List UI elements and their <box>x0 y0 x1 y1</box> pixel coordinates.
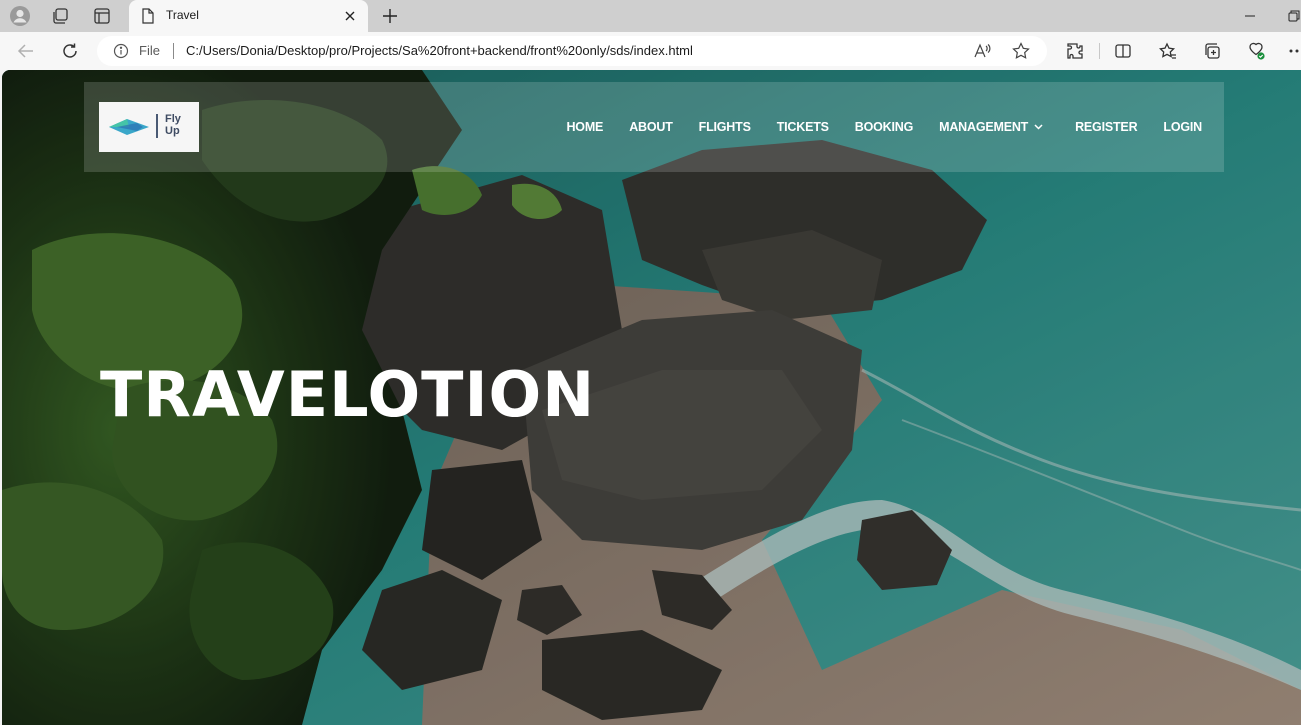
browser-tab-strip: Travel <box>0 0 1301 32</box>
workspaces-icon[interactable] <box>48 4 72 28</box>
restore-icon[interactable] <box>1284 6 1301 26</box>
browser-essentials-icon[interactable] <box>1245 40 1267 62</box>
menu-management[interactable]: MANAGEMENT <box>939 120 1043 134</box>
menu-about[interactable]: ABOUT <box>629 120 673 134</box>
tab-actions-icon[interactable] <box>90 4 114 28</box>
page-icon <box>141 8 155 28</box>
back-icon[interactable] <box>14 39 38 63</box>
hero-title: TRAVELOTION <box>100 358 596 431</box>
url-text[interactable]: C:/Users/Donia/Desktop/pro/Projects/Sa%2… <box>186 43 693 58</box>
more-menu-icon[interactable] <box>1286 40 1301 62</box>
logo-text: Fly <box>165 113 181 125</box>
page-viewport: Fly Up HOME ABOUT FLIGHTS TICKETS BOOKIN… <box>2 70 1301 725</box>
menu-tickets[interactable]: TICKETS <box>777 120 829 134</box>
chevron-down-icon <box>1034 124 1043 130</box>
address-divider <box>173 43 174 59</box>
plane-logo-icon <box>109 119 149 135</box>
refresh-icon[interactable] <box>58 39 82 63</box>
menu-register[interactable]: REGISTER <box>1075 120 1138 134</box>
profile-icon[interactable] <box>8 4 32 28</box>
active-tab[interactable]: Travel <box>129 0 368 32</box>
address-bar[interactable]: File C:/Users/Donia/Desktop/pro/Projects… <box>97 36 1047 66</box>
favorite-star-icon[interactable] <box>1011 41 1031 61</box>
menu-home[interactable]: HOME <box>566 120 603 134</box>
logo-divider <box>156 114 158 138</box>
split-screen-icon[interactable] <box>1112 40 1134 62</box>
menu-login[interactable]: LOGIN <box>1163 120 1202 134</box>
close-tab-icon[interactable] <box>340 6 360 26</box>
browser-toolbar: File C:/Users/Donia/Desktop/pro/Projects… <box>0 32 1301 70</box>
info-icon[interactable] <box>113 43 129 63</box>
tab-title: Travel <box>166 8 199 22</box>
scheme-label: File <box>139 43 160 58</box>
favorites-icon[interactable] <box>1157 40 1179 62</box>
site-navbar: Fly Up HOME ABOUT FLIGHTS TICKETS BOOKIN… <box>84 82 1224 172</box>
read-aloud-icon[interactable] <box>972 41 992 61</box>
logo-text: Up <box>165 125 180 137</box>
toolbar-divider <box>1099 43 1100 59</box>
new-tab-button[interactable] <box>378 4 402 28</box>
minimize-icon[interactable] <box>1240 6 1260 26</box>
menu-booking[interactable]: BOOKING <box>855 120 914 134</box>
main-menu: HOME ABOUT FLIGHTS TICKETS BOOKING MANAG… <box>540 82 1202 172</box>
site-logo[interactable]: Fly Up <box>99 102 199 152</box>
collections-icon[interactable] <box>1201 40 1223 62</box>
menu-flights[interactable]: FLIGHTS <box>699 120 751 134</box>
extensions-icon[interactable] <box>1064 40 1086 62</box>
